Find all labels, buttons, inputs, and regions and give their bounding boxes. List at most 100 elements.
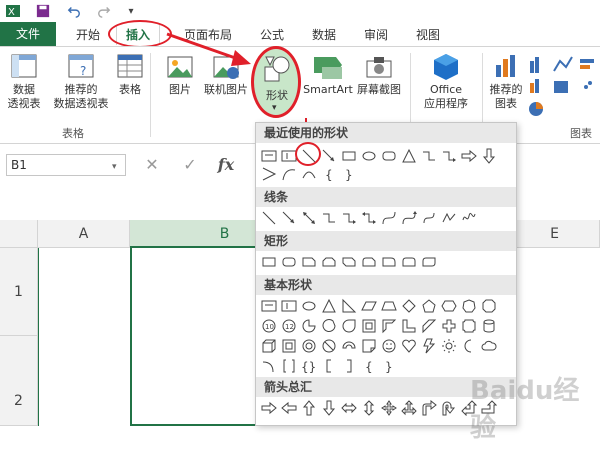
block-arc-icon[interactable] [340, 337, 358, 355]
table-button[interactable]: 表格 [114, 51, 146, 97]
rounded-rectangle-icon[interactable] [280, 253, 298, 271]
smartart-button[interactable]: SmartArt [302, 51, 354, 97]
left-right-up-arrow-icon[interactable] [400, 399, 418, 417]
right-triangle-icon[interactable] [340, 297, 358, 315]
left-brace-basic-icon[interactable]: { [360, 357, 378, 375]
line-icon[interactable] [260, 209, 278, 227]
bevel-icon[interactable] [280, 337, 298, 355]
down-block-arrow-icon[interactable] [320, 399, 338, 417]
oval-shape-icon[interactable] [360, 147, 378, 165]
double-bracket-icon[interactable] [280, 357, 298, 375]
moon-icon[interactable] [460, 337, 478, 355]
vertical-textbox-basic-icon[interactable] [280, 297, 298, 315]
round-same-side-icon[interactable] [400, 253, 418, 271]
double-arrow-line-icon[interactable] [300, 209, 318, 227]
textbox-basic-icon[interactable] [260, 297, 278, 315]
rectangle-shape-icon[interactable] [340, 147, 358, 165]
parallelogram-icon[interactable] [360, 297, 378, 315]
name-box-dropdown-icon[interactable]: ▾ [112, 162, 117, 172]
no-symbol-icon[interactable] [320, 337, 338, 355]
elbow-arrow-line-icon[interactable] [340, 209, 358, 227]
tab-formulas[interactable]: 公式 [254, 25, 290, 45]
curved-arrow-icon[interactable] [400, 209, 418, 227]
row-header-2[interactable]: 2 [0, 336, 38, 426]
half-frame-icon[interactable] [380, 317, 398, 335]
tab-view[interactable]: 视图 [410, 25, 446, 45]
lightning-bolt-icon[interactable] [420, 337, 438, 355]
elbow-double-arrow-icon[interactable] [360, 209, 378, 227]
save-icon[interactable] [34, 2, 52, 20]
double-brace-icon[interactable]: {} [300, 357, 318, 375]
elbow-arrow-icon[interactable] [440, 147, 458, 165]
triangle-shape-icon[interactable] [400, 147, 418, 165]
shapes-button[interactable]: 形状 ▾ [251, 46, 301, 118]
arc-icon[interactable] [300, 165, 318, 183]
text-box-icon[interactable] [260, 147, 278, 165]
donut-icon[interactable] [300, 337, 318, 355]
cloud-icon[interactable] [480, 337, 498, 355]
left-bracket-icon[interactable] [320, 357, 338, 375]
folded-corner-icon[interactable] [360, 337, 378, 355]
down-arrow-icon[interactable] [480, 147, 498, 165]
enter-icon[interactable]: ✓ [176, 154, 204, 176]
row-header-1[interactable]: 1 [0, 248, 38, 336]
elbow-icon[interactable] [320, 209, 338, 227]
tab-file[interactable]: 文件 [0, 22, 56, 46]
cancel-icon[interactable]: ✕ [138, 154, 166, 176]
up-block-arrow-icon[interactable] [300, 399, 318, 417]
snip-round-icon[interactable] [360, 253, 378, 271]
left-brace-icon[interactable]: { [320, 165, 338, 183]
rounded-rect-icon[interactable] [380, 147, 398, 165]
left-block-arrow-icon[interactable] [280, 399, 298, 417]
round-single-corner-icon[interactable] [380, 253, 398, 271]
frame-icon[interactable] [360, 317, 378, 335]
right-brace-basic-icon[interactable]: } [380, 357, 398, 375]
pivot-table-button[interactable]: 数据 透视表 [4, 51, 44, 111]
teardrop-icon[interactable] [340, 317, 358, 335]
up-down-arrow-icon[interactable] [360, 399, 378, 417]
right-brace-icon[interactable]: } [340, 165, 358, 183]
line-arrow-icon[interactable] [280, 209, 298, 227]
screenshot-button[interactable]: 屏幕截图 [354, 51, 404, 97]
recommended-pivot-button[interactable]: ? 推荐的 数据透视表 [50, 51, 112, 111]
diamond-icon[interactable] [400, 297, 418, 315]
left-right-arrow-icon[interactable] [340, 399, 358, 417]
right-block-arrow-icon[interactable] [260, 399, 278, 417]
office-apps-button[interactable]: Office 应用程序 [414, 51, 478, 111]
tab-data[interactable]: 数据 [306, 25, 342, 45]
snip-diagonal-icon[interactable] [340, 253, 358, 271]
redo-icon[interactable] [92, 2, 116, 20]
cube-icon[interactable] [260, 337, 278, 355]
rect-icon[interactable] [260, 253, 278, 271]
column-header-e[interactable]: E [510, 220, 600, 248]
isosceles-triangle-icon[interactable] [320, 297, 338, 315]
trapezoid-icon[interactable] [380, 297, 398, 315]
elbow-connector-icon[interactable] [420, 147, 438, 165]
curved-double-arrow-icon[interactable] [420, 209, 438, 227]
sun-icon[interactable] [440, 337, 458, 355]
u-turn-arrow-icon[interactable] [440, 399, 458, 417]
wedge-icon[interactable] [260, 165, 278, 183]
heptagon-icon[interactable] [460, 297, 478, 315]
pentagon-icon[interactable] [420, 297, 438, 315]
undo-icon[interactable] [62, 2, 86, 20]
can-icon[interactable] [480, 317, 498, 335]
right-bracket-icon[interactable] [340, 357, 358, 375]
l-shape-icon[interactable] [400, 317, 418, 335]
cross-icon[interactable] [440, 317, 458, 335]
chord-icon[interactable] [320, 317, 338, 335]
freeform-icon[interactable] [440, 209, 458, 227]
snip-single-corner-icon[interactable] [300, 253, 318, 271]
decagon-icon[interactable]: 10 [260, 317, 278, 335]
octagon-icon[interactable] [480, 297, 498, 315]
insert-function-button[interactable]: fx [212, 154, 240, 176]
hexagon-icon[interactable] [440, 297, 458, 315]
dodecagon-icon[interactable]: 12 [280, 317, 298, 335]
chart-types-gallery[interactable] [528, 53, 598, 119]
recommended-charts-button[interactable]: 推荐的 图表 [488, 51, 524, 111]
arrow-line-icon[interactable] [320, 147, 338, 165]
round-diagonal-icon[interactable] [420, 253, 438, 271]
name-box[interactable]: B1 [6, 154, 126, 176]
select-all-corner[interactable] [0, 220, 38, 248]
arc-basic-icon[interactable] [260, 357, 278, 375]
